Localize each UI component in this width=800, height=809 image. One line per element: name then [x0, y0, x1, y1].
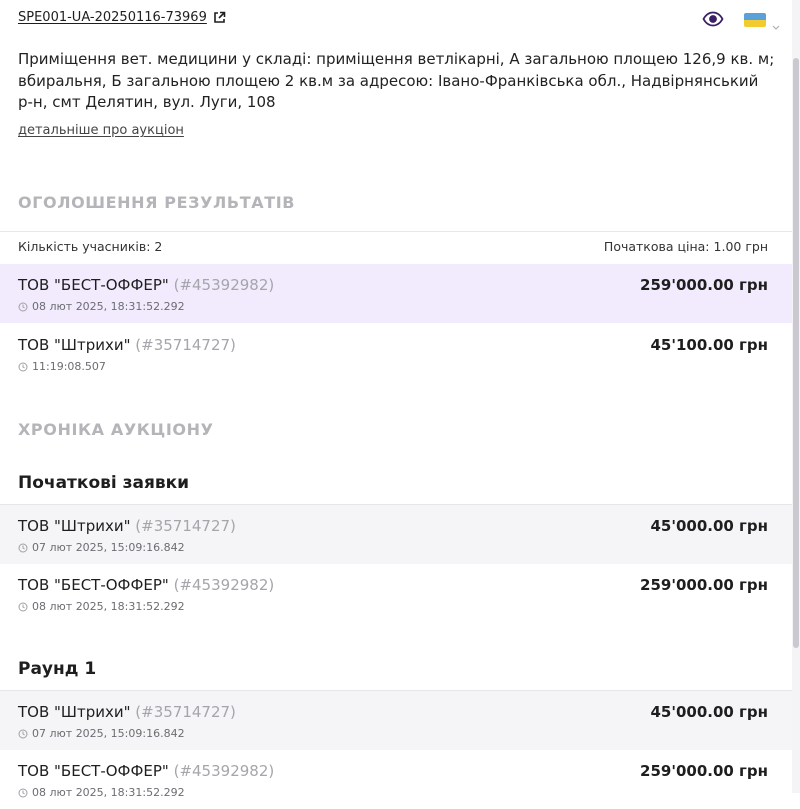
bidder-code: (#45392982) [173, 276, 275, 294]
bidder-name: ТОВ "Штрихи" (#35714727) [18, 517, 236, 535]
chevron-down-icon[interactable] [772, 16, 780, 35]
bid-time-text: 11:19:08.507 [32, 360, 106, 373]
bidder-name-text: ТОВ "Штрихи" [18, 336, 131, 354]
scrollbar-thumb[interactable] [793, 58, 799, 648]
start-price-label: Початкова ціна: [603, 239, 710, 254]
bid-amount: 45'000.00 грн [650, 703, 768, 721]
participants-value: 2 [154, 239, 163, 254]
bid-time: 08 лют 2025, 18:31:52.292 [18, 300, 185, 313]
auction-description: Приміщення вет. медицини у складі: примі… [18, 50, 775, 111]
bid-amount: 45'000.00 грн [650, 517, 768, 535]
results-summary: Кількість учасників: 2 Початкова ціна: 1… [0, 231, 792, 264]
bidder-name: ТОВ "Штрихи" (#35714727) [18, 703, 236, 721]
result-row: ТОВ "Штрихи" (#35714727) 11:19:08.507 45… [0, 324, 792, 383]
bidder-code: (#35714727) [135, 336, 236, 354]
bid-time-text: 08 лют 2025, 18:31:52.292 [32, 300, 185, 313]
bidder-name-text: ТОВ "БЕСТ-ОФФЕР" [18, 762, 169, 780]
results-section-title: ОГОЛОШЕННЯ РЕЗУЛЬТАТІВ [18, 193, 296, 212]
bidder-name: ТОВ "БЕСТ-ОФФЕР" (#45392982) [18, 576, 274, 594]
chronicle-section-title: ХРОНІКА АУКЦІОНУ [18, 420, 214, 439]
bid-amount: 45'100.00 грн [650, 336, 768, 354]
start-price: Початкова ціна: 1.00 грн [604, 239, 768, 254]
bidder-name-text: ТОВ "Штрихи" [18, 703, 131, 721]
bid-time: 07 лют 2025, 15:09:16.842 [18, 727, 185, 740]
bidder-name-text: ТОВ "БЕСТ-ОФФЕР" [18, 576, 169, 594]
participants-count: Кількість учасників: 2 [18, 239, 162, 254]
bid-amount: 259'000.00 грн [640, 762, 768, 780]
clock-icon [18, 362, 28, 372]
initial-bid-row: ТОВ "Штрихи" (#35714727) 07 лют 2025, 15… [0, 504, 792, 564]
initial-bid-row: ТОВ "БЕСТ-ОФФЕР" (#45392982) 08 лют 2025… [0, 564, 792, 623]
bidder-name: ТОВ "БЕСТ-ОФФЕР" (#45392982) [18, 276, 274, 294]
start-price-value: 1.00 грн [713, 239, 768, 254]
initial-bids-title: Початкові заявки [18, 473, 190, 493]
bidder-code: (#45392982) [173, 576, 275, 594]
auction-id-text: SPE001-UA-20250116-73969 [18, 10, 207, 25]
scrollbar[interactable] [792, 0, 800, 793]
clock-icon [18, 543, 28, 553]
clock-icon [18, 302, 28, 312]
ukraine-flag-icon[interactable] [744, 13, 766, 27]
clock-icon [18, 729, 28, 739]
bidder-code: (#35714727) [135, 517, 236, 535]
eye-icon[interactable] [702, 11, 724, 31]
round-bid-row: ТОВ "Штрихи" (#35714727) 07 лют 2025, 15… [0, 690, 792, 750]
auction-details-link[interactable]: детальніше про аукціон [18, 123, 184, 138]
bidder-name: ТОВ "Штрихи" (#35714727) [18, 336, 236, 354]
clock-icon [18, 602, 28, 612]
round-1-title: Раунд 1 [18, 659, 97, 679]
bid-amount: 259'000.00 грн [640, 276, 768, 294]
bidder-name-text: ТОВ "БЕСТ-ОФФЕР" [18, 276, 169, 294]
bid-time: 11:19:08.507 [18, 360, 106, 373]
result-row-winner: ТОВ "БЕСТ-ОФФЕР" (#45392982) 08 лют 2025… [0, 264, 792, 323]
bidder-code: (#35714727) [135, 703, 236, 721]
participants-label: Кількість учасників: [18, 239, 151, 254]
auction-id-link[interactable]: SPE001-UA-20250116-73969 [18, 10, 226, 25]
external-link-icon [213, 11, 226, 24]
bid-time-text: 08 лют 2025, 18:31:52.292 [32, 600, 185, 613]
bid-time-text: 07 лют 2025, 15:09:16.842 [32, 541, 185, 554]
bidder-name-text: ТОВ "Штрихи" [18, 517, 131, 535]
bidder-code: (#45392982) [173, 762, 275, 780]
bidder-name: ТОВ "БЕСТ-ОФФЕР" (#45392982) [18, 762, 274, 780]
bid-time: 08 лют 2025, 18:31:52.292 [18, 600, 185, 613]
bid-amount: 259'000.00 грн [640, 576, 768, 594]
round-bid-row: ТОВ "БЕСТ-ОФФЕР" (#45392982) 08 лют 2025… [0, 750, 792, 809]
bid-time-text: 07 лют 2025, 15:09:16.842 [32, 727, 185, 740]
top-bar: SPE001-UA-20250116-73969 [18, 10, 780, 34]
bid-time: 07 лют 2025, 15:09:16.842 [18, 541, 185, 554]
